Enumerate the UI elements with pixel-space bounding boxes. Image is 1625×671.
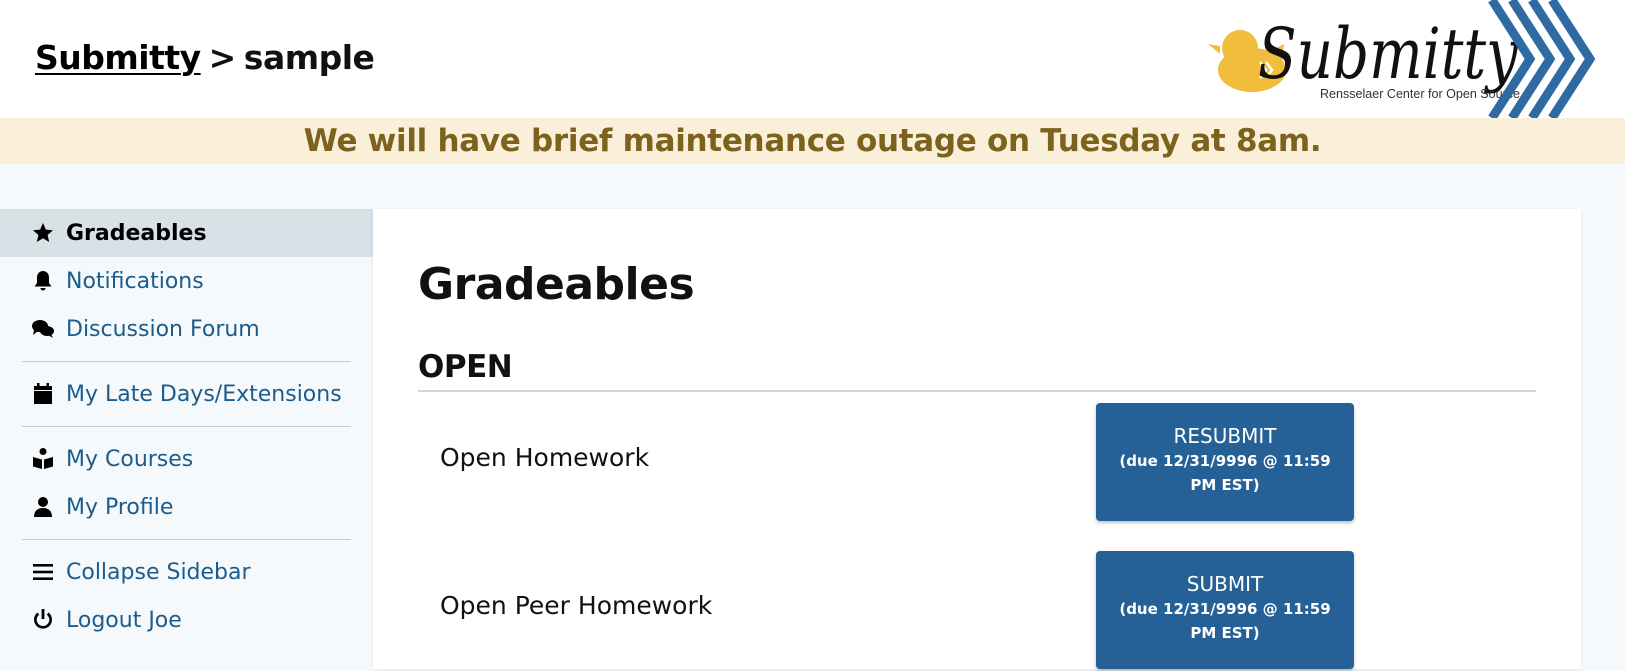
logo-subtitle: Rensselaer Center for Open Source xyxy=(1320,86,1520,101)
sidebar-item-label: My Courses xyxy=(66,446,194,472)
sidebar-item-discussion-forum[interactable]: Discussion Forum xyxy=(0,305,373,353)
top-header: Submitty > sample Submitty Rensselaer Cent… xyxy=(0,0,1625,118)
sidebar-item-gradeables[interactable]: Gradeables xyxy=(0,209,373,257)
power-icon xyxy=(30,607,56,633)
user-icon xyxy=(30,494,56,520)
button-label: SUBMIT xyxy=(1186,572,1264,596)
star-icon xyxy=(30,220,56,246)
bell-icon xyxy=(30,268,56,294)
sidebar-item-label: Collapse Sidebar xyxy=(66,559,251,585)
sidebar-item-late-days[interactable]: My Late Days/Extensions xyxy=(0,370,373,418)
comments-icon xyxy=(30,316,56,342)
sidebar: Gradeables Notifications Discussion Foru… xyxy=(0,209,373,658)
breadcrumb-submitty-link[interactable]: Submitty xyxy=(35,38,201,77)
section-title-open: OPEN xyxy=(418,349,513,385)
sidebar-item-label: Notifications xyxy=(66,268,204,294)
sidebar-item-label: Gradeables xyxy=(66,220,207,246)
sidebar-item-collapse[interactable]: Collapse Sidebar xyxy=(0,548,373,596)
gradeables-panel: Gradeables OPEN Open Homework RESUBMIT (… xyxy=(373,209,1581,669)
book-reader-icon xyxy=(30,446,56,472)
submitty-logo[interactable]: Submitty Rensselaer Center for Open Sour… xyxy=(1200,0,1625,118)
sidebar-item-label: My Late Days/Extensions xyxy=(66,381,342,407)
sidebar-item-my-profile[interactable]: My Profile xyxy=(0,483,373,531)
gradeable-title: Open Peer Homework xyxy=(440,591,713,620)
button-label: RESUBMIT xyxy=(1173,424,1277,448)
sidebar-divider xyxy=(22,539,351,540)
sidebar-item-notifications[interactable]: Notifications xyxy=(0,257,373,305)
calendar-icon xyxy=(30,381,56,407)
breadcrumb-separator: > xyxy=(208,38,237,77)
due-date: (due 12/31/9996 @ 11:59 PM EST) xyxy=(1119,600,1331,642)
sidebar-item-my-courses[interactable]: My Courses xyxy=(0,435,373,483)
bars-icon xyxy=(30,559,56,585)
breadcrumb: Submitty > sample xyxy=(35,38,375,77)
sidebar-item-label: Logout Joe xyxy=(66,607,182,633)
due-date: (due 12/31/9996 @ 11:59 PM EST) xyxy=(1119,452,1331,494)
sidebar-divider xyxy=(22,361,351,362)
sidebar-item-logout[interactable]: Logout Joe xyxy=(0,596,373,644)
gradeable-row: Open Homework RESUBMIT (due 12/31/9996 @… xyxy=(418,403,1536,523)
maintenance-banner: We will have brief maintenance outage on… xyxy=(0,118,1625,164)
sidebar-divider xyxy=(22,426,351,427)
gradeable-row: Open Peer Homework SUBMIT (due 12/31/999… xyxy=(418,551,1536,671)
breadcrumb-course: sample xyxy=(243,38,375,77)
resubmit-button[interactable]: RESUBMIT (due 12/31/9996 @ 11:59 PM EST) xyxy=(1096,403,1354,521)
sidebar-item-label: My Profile xyxy=(66,494,174,520)
gradeable-title: Open Homework xyxy=(440,443,650,472)
submit-button[interactable]: SUBMIT (due 12/31/9996 @ 11:59 PM EST) xyxy=(1096,551,1354,669)
sidebar-item-label: Discussion Forum xyxy=(66,316,260,342)
section-divider xyxy=(418,390,1536,392)
page-title: Gradeables xyxy=(418,259,695,310)
logo-wordmark: Submitty xyxy=(1258,13,1519,95)
